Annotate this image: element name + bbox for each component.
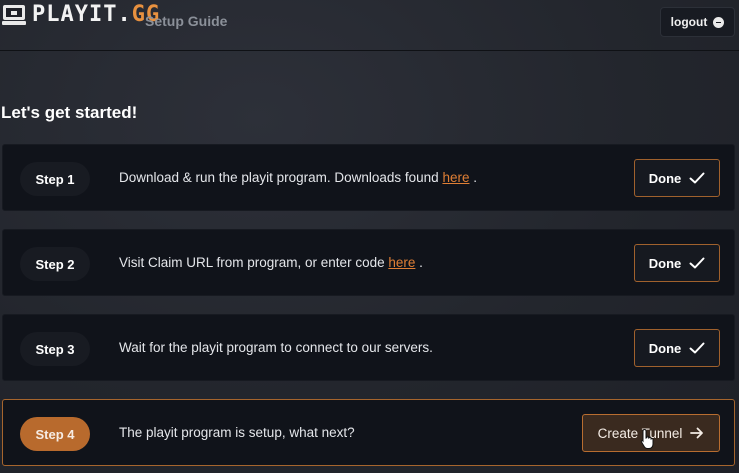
done-label: Done: [648, 255, 682, 271]
step-card-1: Step 1 Download & run the playit program…: [2, 144, 735, 211]
logout-button[interactable]: logout: [660, 7, 735, 37]
step-description: Visit Claim URL from program, or enter c…: [119, 255, 423, 270]
minus-circle-icon: [713, 16, 725, 28]
step-badge: Step 4: [20, 417, 90, 451]
mouse-pointer-icon: [640, 428, 654, 449]
done-label: Done: [648, 170, 682, 186]
step-badge: Step 2: [20, 247, 90, 281]
step-description: The playit program is setup, what next?: [119, 425, 355, 440]
step-badge: Step 3: [20, 332, 90, 366]
page-title: Let's get started!: [1, 103, 138, 122]
logout-label: logout: [670, 15, 708, 29]
step-3-done-button[interactable]: Done: [634, 329, 720, 367]
playit-logo[interactable]: PLAYIT.GG: [2, 2, 160, 28]
check-icon: [689, 342, 705, 354]
step-description: Wait for the playit program to connect t…: [119, 340, 433, 355]
step-card-4: Step 4 The playit program is setup, what…: [2, 399, 735, 466]
top-header: PLAYIT.GG Setup Guide logout: [0, 0, 739, 51]
claim-code-link[interactable]: here: [388, 255, 415, 270]
step-card-2: Step 2 Visit Claim URL from program, or …: [2, 229, 735, 296]
step-description: Download & run the playit program. Downl…: [119, 170, 477, 185]
check-icon: [689, 172, 705, 184]
app-window: PLAYIT.GG Setup Guide logout Let's get s…: [0, 0, 739, 473]
downloads-link[interactable]: here: [442, 170, 469, 185]
logo-text: PLAYIT.GG: [32, 2, 161, 27]
step-2-done-button[interactable]: Done: [634, 244, 720, 282]
check-icon: [689, 257, 705, 269]
step-badge: Step 1: [20, 162, 90, 196]
done-label: Done: [648, 340, 682, 356]
arrow-right-icon: [690, 427, 704, 439]
step-card-3: Step 3 Wait for the playit program to co…: [2, 314, 735, 381]
nav-setup-guide[interactable]: Setup Guide: [145, 13, 227, 29]
step-1-done-button[interactable]: Done: [634, 159, 720, 197]
computer-icon: [2, 4, 26, 26]
